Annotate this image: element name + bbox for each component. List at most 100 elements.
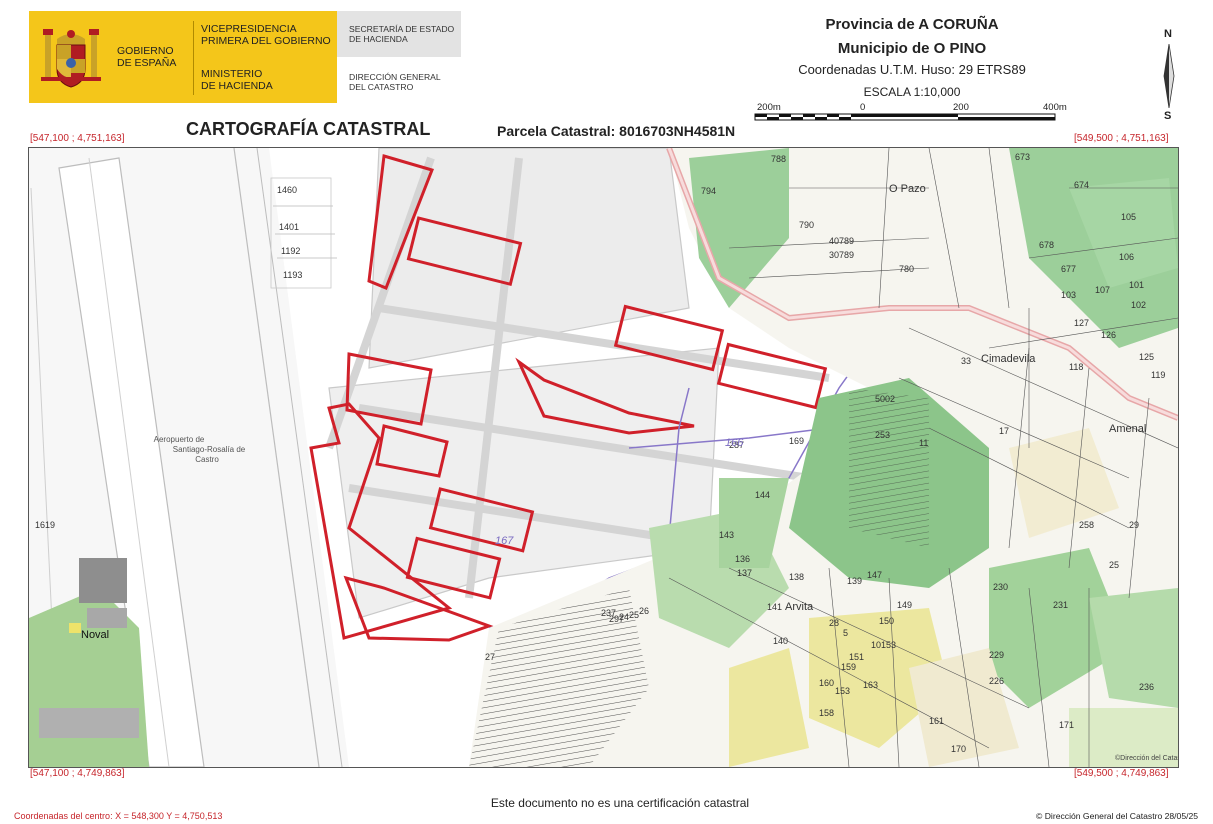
pnum: 24 xyxy=(619,612,629,622)
pnum: 105 xyxy=(1121,212,1136,222)
scale-bar xyxy=(754,113,1056,121)
direccion-text: DIRECCIÓN GENERAL DEL CATASTRO xyxy=(349,72,441,92)
north-arrow-icon xyxy=(1163,44,1175,108)
pnum: 150 xyxy=(879,616,894,626)
gobierno-text: GOBIERNO DE ESPAÑA xyxy=(117,45,176,69)
pnum: 25 xyxy=(1109,560,1119,570)
pnum: 107 xyxy=(1095,285,1110,295)
vicepresidencia-line-1: VICEPRESIDENCIA xyxy=(201,23,297,35)
pnum: 27 xyxy=(485,652,495,662)
pnum: 25 xyxy=(629,610,639,620)
ministerio-line-2: DE HACIENDA xyxy=(201,80,273,92)
pnum: 1460 xyxy=(277,185,297,195)
pnum: 11 xyxy=(919,438,928,448)
gobierno-line-2: DE ESPAÑA xyxy=(117,57,177,69)
pnum: 231 xyxy=(1053,600,1068,610)
secretaria-line-1: SECRETARÍA DE ESTADO xyxy=(349,24,455,34)
pnum: 788 xyxy=(771,154,786,164)
provincia-title: Provincia de A CORUÑA xyxy=(825,16,999,33)
vicepresidencia-text: VICEPRESIDENCIA PRIMERA DEL GOBIERNO xyxy=(201,23,331,47)
pnum: 103 xyxy=(1061,290,1076,300)
pnum: 33 xyxy=(961,356,971,366)
pnum: 30789 xyxy=(829,250,854,260)
pnum: 226 xyxy=(989,676,1004,686)
pnum: 102 xyxy=(1131,300,1146,310)
pnum: 138 xyxy=(789,572,804,582)
airport-label-2: Santiago-Rosalía de xyxy=(173,445,246,454)
pnum: 780 xyxy=(899,264,914,274)
scale-label-left: 200m xyxy=(757,102,781,113)
airport-label-1: Aeropuerto de xyxy=(154,435,205,444)
arvita-label: Arvita xyxy=(785,601,814,613)
pnum: 126 xyxy=(1101,330,1116,340)
pnum: 118 xyxy=(1069,362,1083,372)
pnum: 153 xyxy=(835,686,850,696)
pnum: 1193 xyxy=(283,270,302,280)
pnum: 29 xyxy=(1129,520,1139,530)
ministerio-text: MINISTERIO DE HACIENDA xyxy=(201,68,273,92)
pnum: 136 xyxy=(735,554,750,564)
pnum: 106 xyxy=(1119,252,1134,262)
pnum: 10153 xyxy=(871,640,896,650)
pnum: 143 xyxy=(719,530,734,540)
pnum: 674 xyxy=(1074,180,1089,190)
copyright-text: © Dirección General del Catastro 28/05/2… xyxy=(1036,811,1199,821)
pnum: 258 xyxy=(1079,520,1094,530)
secretaria-text: SECRETARÍA DE ESTADO DE HACIENDA xyxy=(349,24,454,44)
scale-label: ESCALA 1:10,000 xyxy=(863,85,961,99)
pnum: 140 xyxy=(773,636,788,646)
pnum: 101 xyxy=(1129,280,1144,290)
secretaria-block: SECRETARÍA DE ESTADO DE HACIENDA xyxy=(337,11,461,57)
airport-label-3: Castro xyxy=(195,455,219,464)
pnum: 125 xyxy=(1139,352,1154,362)
center-coordinates: Coordenadas del centro: X = 548,300 Y = … xyxy=(14,811,223,821)
pnum: 1401 xyxy=(279,222,299,232)
municipio-title: Municipio de O PINO xyxy=(837,40,987,57)
pnum: 159 xyxy=(841,662,856,672)
ministerio-line-1: MINISTERIO xyxy=(201,68,263,80)
pnum: 147 xyxy=(867,570,882,580)
map-canvas[interactable]: 1460 1401 1192 1193 1619 794 788 790 407… xyxy=(29,148,1178,767)
pnum: 1619 xyxy=(35,520,55,530)
pnum: 230 xyxy=(993,582,1008,592)
pnum: 127 xyxy=(1074,318,1089,328)
road-167-label: 167 xyxy=(495,535,514,547)
noval-label: Noval xyxy=(81,629,109,641)
pnum: 678 xyxy=(1039,240,1054,250)
direccion-line-1: DIRECCIÓN GENERAL xyxy=(349,72,441,82)
pnum: 17 xyxy=(999,426,1009,436)
pnum: 137 xyxy=(737,568,752,578)
disclaimer-note: Este documento no es una certificación c… xyxy=(490,796,750,810)
pnum: 677 xyxy=(1061,264,1076,274)
pnum: 151 xyxy=(849,652,864,662)
pnum: 1192 xyxy=(281,246,300,256)
coat-of-arms-icon xyxy=(41,29,101,88)
corner-coord-bottom-right: [549,500 ; 4,749,863] xyxy=(1074,768,1169,779)
gobierno-line-1: GOBIERNO xyxy=(117,45,174,57)
pnum: 28 xyxy=(829,618,839,628)
amenal-label: Amenal xyxy=(1109,423,1146,435)
scale-label-zero: 0 xyxy=(860,102,866,113)
map-copyright-small: ©Dirección del Catastro xyxy=(1115,754,1178,762)
road-166-label: 166 xyxy=(725,437,744,449)
pnum: 673 xyxy=(1015,152,1030,162)
pnum: 5002 xyxy=(875,394,895,404)
pnum: 229 xyxy=(989,650,1004,660)
airport-area xyxy=(29,148,349,767)
pnum: 158 xyxy=(819,708,834,718)
scale-label-mid: 200 xyxy=(953,102,969,113)
opazo-label: O Pazo xyxy=(889,183,926,195)
scale-label-right: 400m xyxy=(1043,102,1067,113)
pnum: 236 xyxy=(1139,682,1154,692)
cimadevila-label: Cimadevila xyxy=(981,353,1036,365)
cadastral-map[interactable]: 1460 1401 1192 1193 1619 794 788 790 407… xyxy=(28,147,1179,768)
pnum: 144 xyxy=(755,490,770,500)
logo-divider xyxy=(193,21,194,95)
corner-coord-bottom-left: [547,100 ; 4,749,863] xyxy=(30,768,125,779)
cartografia-heading: CARTOGRAFÍA CATASTRAL xyxy=(186,119,431,139)
parcela-catastral-label: Parcela Catastral: 8016703NH4581N xyxy=(497,123,736,139)
compass-north-label: N xyxy=(1164,28,1172,40)
pnum: 160 xyxy=(819,678,834,688)
secretaria-line-2: DE HACIENDA xyxy=(349,34,408,44)
government-logo-block: GOBIERNO DE ESPAÑA VICEPRESIDENCIA PRIME… xyxy=(29,11,337,103)
